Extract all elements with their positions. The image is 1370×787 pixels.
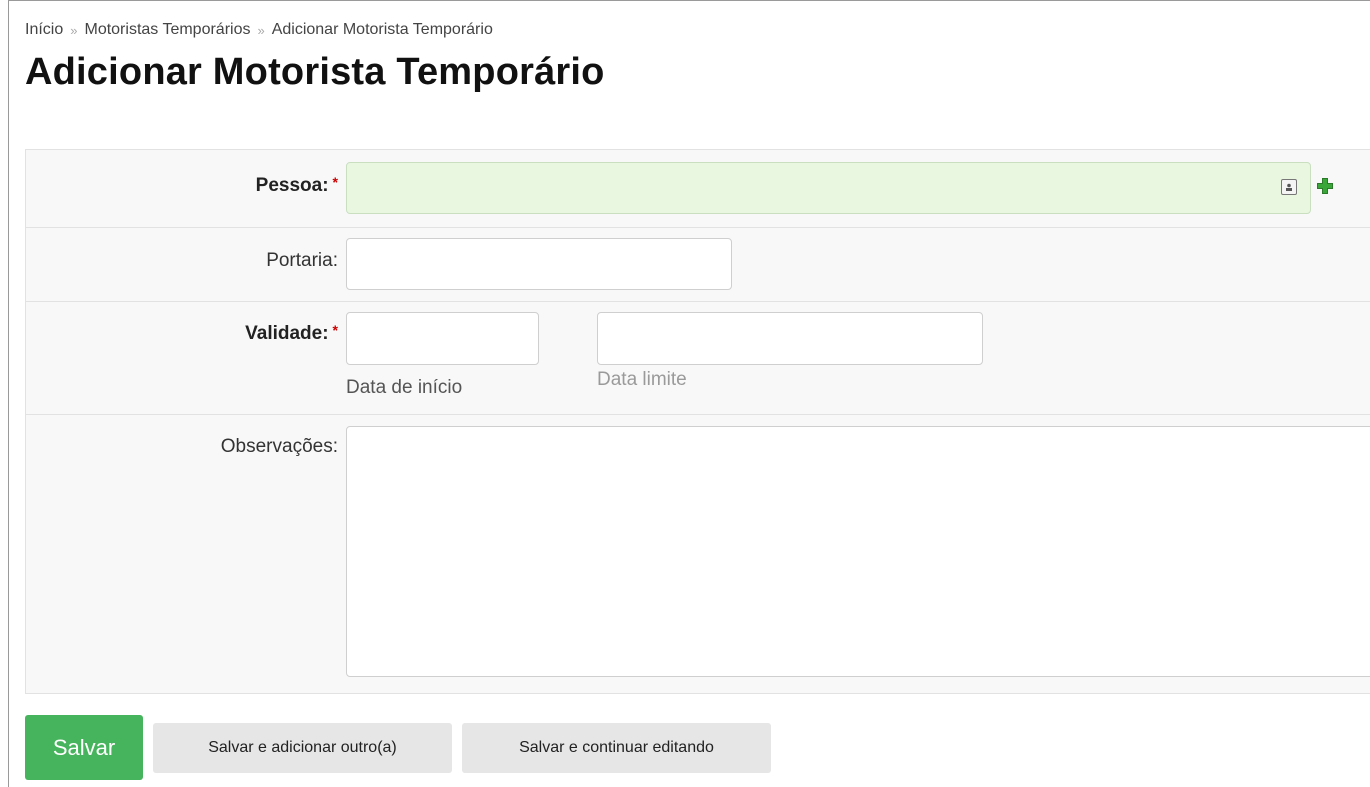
pessoa-label: Pessoa: * [256, 174, 338, 197]
breadcrumb-separator: » [257, 22, 265, 38]
data-inicio-help: Data de início [346, 377, 463, 398]
validade-label-text: Validade: [245, 323, 329, 344]
validade-label: Validade: * [245, 322, 338, 345]
observacoes-label: Observações: [220, 436, 338, 457]
observacoes-textarea[interactable] [346, 426, 1370, 677]
data-limite-help: Data limite [597, 369, 687, 390]
required-asterisk: * [332, 174, 338, 190]
form-row-pessoa: Pessoa: * [26, 150, 1370, 228]
pessoa-label-text: Pessoa: [255, 175, 329, 196]
form-row-validade: Validade: * Data de início Data limite [26, 301, 1370, 415]
form-fieldset: Pessoa: * Portaria: Validade: * Data de in… [25, 149, 1370, 694]
portaria-input[interactable] [346, 238, 732, 290]
pessoa-autocomplete-input[interactable] [346, 162, 1311, 214]
breadcrumb: Início » Motoristas Temporários » Adicio… [25, 21, 493, 39]
save-and-continue-button[interactable]: Salvar e continuar editando [462, 723, 771, 773]
breadcrumb-home-link[interactable]: Início [25, 21, 63, 39]
breadcrumb-motoristas-link[interactable]: Motoristas Temporários [84, 21, 250, 39]
form-row-observacoes: Observações: [26, 414, 1370, 695]
add-plus-icon[interactable] [1316, 177, 1334, 195]
required-asterisk: * [332, 322, 338, 338]
save-and-add-another-button[interactable]: Salvar e adicionar outro(a) [153, 723, 452, 773]
page-title: Adicionar Motorista Temporário [25, 51, 605, 93]
breadcrumb-current: Adicionar Motorista Temporário [271, 21, 493, 38]
data-limite-input[interactable] [597, 312, 983, 365]
save-button[interactable]: Salvar [25, 715, 143, 780]
page-frame: Início » Motoristas Temporários » Adicio… [8, 0, 1370, 787]
form-row-portaria: Portaria: [26, 227, 1370, 302]
portaria-label: Portaria: [266, 250, 338, 271]
breadcrumb-separator: » [70, 22, 78, 38]
lookup-icon[interactable] [1281, 179, 1297, 195]
data-inicio-input[interactable] [346, 312, 539, 365]
